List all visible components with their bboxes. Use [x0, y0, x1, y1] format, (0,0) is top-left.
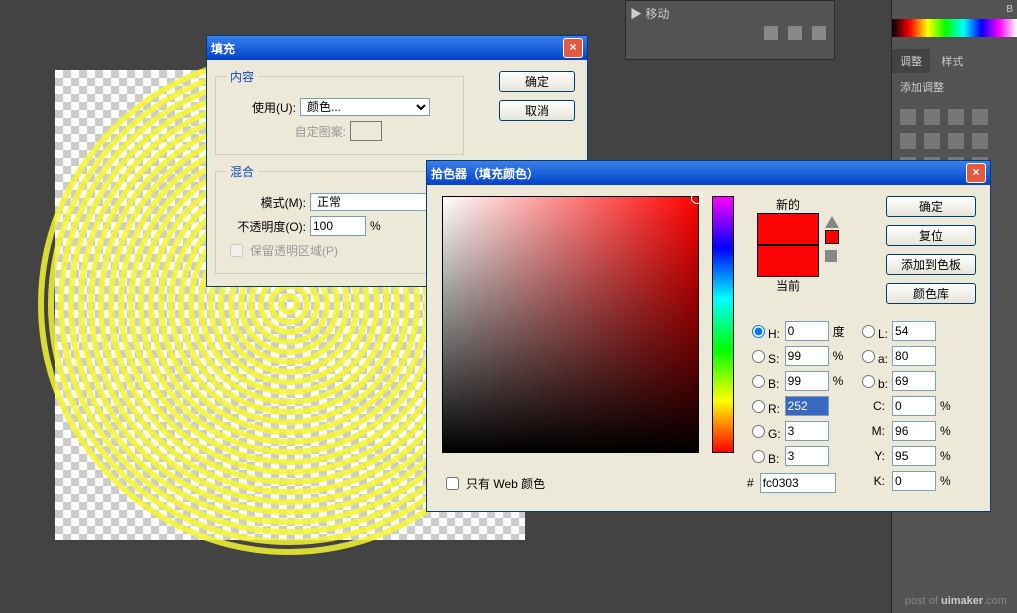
- preserve-label: 保留透明区域(P): [250, 242, 338, 259]
- picker-ok-button[interactable]: 确定: [886, 196, 976, 217]
- color-preview: 新的 当前: [757, 196, 819, 294]
- opacity-unit: %: [370, 219, 381, 233]
- triangle-icon: ▶: [630, 7, 642, 21]
- bc-radio[interactable]: [752, 450, 765, 463]
- ok-button[interactable]: 确定: [499, 71, 575, 92]
- cube-icon[interactable]: [825, 250, 837, 262]
- g-input[interactable]: [785, 421, 829, 441]
- color-field[interactable]: [442, 196, 699, 453]
- brightness-icon[interactable]: [900, 109, 916, 125]
- hex-input[interactable]: [760, 473, 836, 493]
- s-input[interactable]: [785, 346, 829, 366]
- use-select[interactable]: 颜色...: [300, 98, 430, 116]
- exposure-icon[interactable]: [972, 109, 988, 125]
- curves-icon[interactable]: [948, 109, 964, 125]
- web-only-label: 只有 Web 颜色: [466, 475, 545, 492]
- l-radio[interactable]: [862, 325, 875, 338]
- c-input[interactable]: [892, 396, 936, 416]
- add-adjustment-label: 添加调整: [892, 73, 1017, 101]
- cancel-button[interactable]: 取消: [499, 100, 575, 121]
- hash-label: #: [747, 476, 754, 490]
- l-input[interactable]: [892, 321, 936, 341]
- picker-reset-button[interactable]: 复位: [886, 225, 976, 246]
- bw-icon[interactable]: [948, 133, 964, 149]
- pattern-label: 自定图案:: [226, 123, 346, 140]
- g-radio[interactable]: [752, 425, 765, 438]
- levels-icon[interactable]: [924, 109, 940, 125]
- warning-swatch[interactable]: [825, 230, 839, 244]
- watermark: post of uimaker.com: [905, 595, 1007, 607]
- a-radio[interactable]: [862, 350, 875, 363]
- color-cursor[interactable]: [691, 192, 703, 204]
- vibrance-icon[interactable]: [900, 133, 916, 149]
- photo-filter-icon[interactable]: [972, 133, 988, 149]
- trash-icon[interactable]: [812, 26, 826, 40]
- new-color-box: [757, 213, 819, 245]
- bv-input[interactable]: [785, 371, 829, 391]
- new-label: 新的: [757, 196, 819, 213]
- s-radio[interactable]: [752, 350, 765, 363]
- hex-row: #: [747, 473, 836, 493]
- close-icon[interactable]: ×: [966, 163, 986, 183]
- warning-icon[interactable]: [825, 216, 839, 228]
- add-swatch-button[interactable]: 添加到色板: [886, 254, 976, 275]
- lab-b-radio[interactable]: [862, 375, 875, 388]
- hue-slider[interactable]: [712, 196, 734, 453]
- content-legend: 内容: [226, 68, 258, 85]
- bv-radio[interactable]: [752, 375, 765, 388]
- y-input[interactable]: [892, 446, 936, 466]
- pattern-swatch: [350, 121, 382, 141]
- picker-titlebar[interactable]: 拾色器（填充颜色） ×: [427, 161, 990, 185]
- picker-title: 拾色器（填充颜色）: [431, 165, 966, 182]
- h-radio[interactable]: [752, 325, 765, 338]
- hsb-rgb-fields: H:度 S:% B:% R: G: B:: [747, 321, 845, 466]
- lab-cmyk-fields: L: a: b: C:% M:% Y:% K:%: [857, 321, 951, 491]
- tab-styles[interactable]: 样式: [933, 49, 971, 73]
- m-input[interactable]: [892, 421, 936, 441]
- current-color-box[interactable]: [757, 245, 819, 277]
- r-radio[interactable]: [752, 400, 765, 413]
- align-icon[interactable]: [764, 26, 778, 40]
- hue-icon[interactable]: [924, 133, 940, 149]
- tab-adjustments[interactable]: 调整: [892, 49, 930, 73]
- fill-titlebar[interactable]: 填充 ×: [207, 36, 587, 60]
- k-input[interactable]: [892, 471, 936, 491]
- web-only-checkbox[interactable]: [446, 477, 459, 490]
- move-tool-label: 移动: [645, 7, 669, 21]
- camera-icon[interactable]: [788, 26, 802, 40]
- mode-select[interactable]: 正常: [310, 193, 440, 211]
- close-icon[interactable]: ×: [563, 38, 583, 58]
- fill-title: 填充: [211, 40, 563, 57]
- use-label: 使用(U):: [226, 99, 296, 116]
- opacity-input[interactable]: [310, 216, 366, 236]
- a-input[interactable]: [892, 346, 936, 366]
- bc-input[interactable]: [785, 446, 829, 466]
- content-fieldset: 内容 使用(U): 颜色... 自定图案:: [215, 68, 464, 155]
- web-only-row: 只有 Web 颜色: [442, 474, 545, 493]
- color-lib-button[interactable]: 颜色库: [886, 283, 976, 304]
- lab-b-input[interactable]: [892, 371, 936, 391]
- opacity-label: 不透明度(O):: [226, 218, 306, 235]
- color-spectrum[interactable]: [892, 19, 1017, 37]
- blend-legend: 混合: [226, 163, 258, 180]
- letter-b-label: B: [892, 0, 1017, 19]
- options-bar: ▶ 移动: [625, 0, 835, 60]
- current-label: 当前: [757, 277, 819, 294]
- mode-label: 模式(M):: [226, 194, 306, 211]
- color-picker-dialog: 拾色器（填充颜色） × 新的 当前 确定 复位 添加到色板 颜色库 H:度 S:…: [426, 160, 991, 512]
- r-input[interactable]: [785, 396, 829, 416]
- h-input[interactable]: [785, 321, 829, 341]
- preserve-checkbox: [230, 244, 243, 257]
